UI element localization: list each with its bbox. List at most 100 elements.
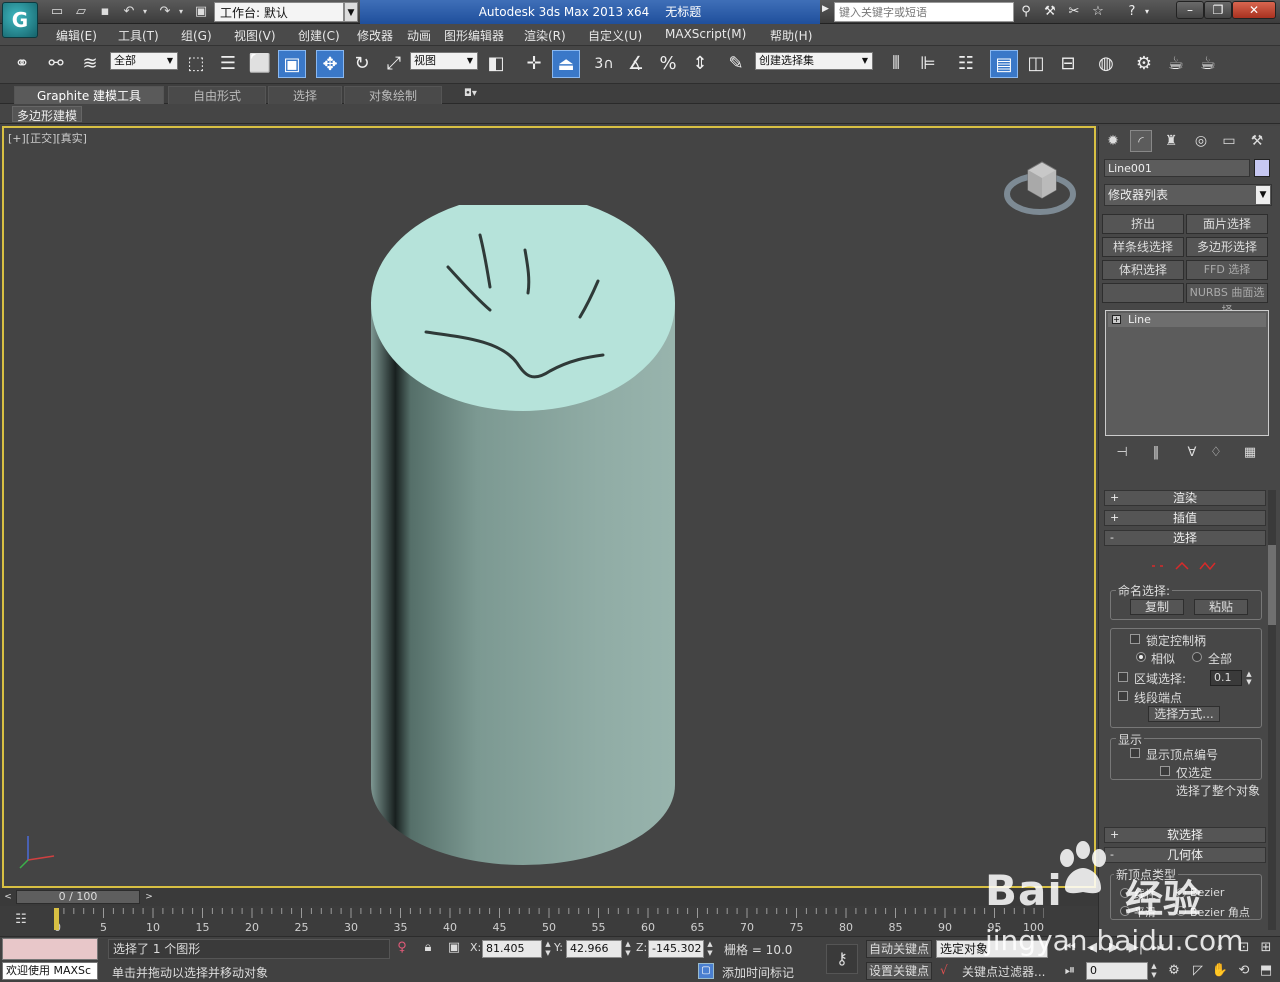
modifier-stack[interactable] (1105, 310, 1269, 436)
selection-filter-dropdown[interactable]: 全部 ▼ (110, 52, 178, 70)
copy-button[interactable]: 复制 (1130, 599, 1184, 615)
utilities-panel-tab-icon[interactable]: ⚒ (1246, 130, 1268, 152)
rectangular-selection-icon[interactable]: ⬜ (246, 50, 274, 78)
viewport-label[interactable]: [+][正交][真实] (8, 130, 87, 146)
rollout-soft-selection[interactable]: + 软选择 (1104, 827, 1266, 843)
object-color-swatch[interactable] (1254, 159, 1270, 177)
undo-dropdown-icon[interactable]: ▾ (140, 3, 150, 21)
render-production-icon[interactable]: ☕ (1194, 50, 1222, 78)
all-radio[interactable] (1192, 652, 1202, 662)
search-expand-icon[interactable]: ▶ (822, 4, 829, 14)
communication-center-icon[interactable]: ✂ (1064, 3, 1084, 21)
selection-lock-icon[interactable]: 🔒︎ (418, 939, 438, 957)
rendered-frame-window-icon[interactable]: ☕ (1162, 50, 1190, 78)
material-editor-icon[interactable]: ◍ (1092, 50, 1120, 78)
play-icon[interactable]: ▶ (1104, 939, 1124, 957)
y-coordinate-field[interactable]: 42.966 (566, 940, 622, 958)
current-frame-field[interactable]: 0 (1086, 962, 1148, 980)
area-spinner-icon[interactable]: ▲ ▼ (1244, 670, 1254, 686)
set-key-button[interactable]: 设置关键点 (866, 962, 932, 980)
close-button[interactable]: ✕ (1232, 1, 1276, 19)
reference-coordinate-dropdown[interactable]: 视图 ▼ (410, 52, 478, 70)
spline-select-modifier-button[interactable]: 样条线选择 (1102, 237, 1184, 257)
auto-key-button[interactable]: 自动关键点 (866, 940, 932, 958)
previous-frame-icon[interactable]: < (2, 890, 14, 904)
schematic-view-icon[interactable]: ⊟ (1054, 50, 1082, 78)
go-to-start-icon[interactable]: ⏮ (1060, 939, 1080, 957)
mini-curve-editor-icon[interactable]: ☷ (10, 912, 32, 930)
bezier-radio[interactable] (1176, 888, 1186, 898)
create-panel-tab-icon[interactable]: ✹ (1102, 130, 1124, 152)
named-selection-dropdown[interactable]: 创建选择集 ▼ (755, 52, 873, 70)
zoom-extents-icon[interactable]: ⊡ (1234, 939, 1254, 957)
selected-only-checkbox[interactable] (1160, 766, 1170, 776)
angle-snap-icon[interactable]: ∡ (622, 50, 650, 78)
make-unique-icon[interactable]: ∀ (1182, 444, 1202, 462)
field-of-view-icon[interactable]: ◸ (1188, 962, 1208, 980)
zoom-icon[interactable]: ⌕ (1210, 939, 1230, 957)
isolate-selection-icon[interactable]: ♀ (392, 939, 412, 957)
alike-radio[interactable] (1136, 652, 1146, 662)
favorites-star-icon[interactable]: ☆ (1088, 3, 1108, 21)
maximize-button[interactable]: ❐ (1204, 1, 1232, 19)
add-time-tag-label[interactable]: 添加时间标记 (722, 964, 794, 981)
key-mode-icon[interactable]: ⏯ (1060, 962, 1080, 980)
pivot-center-icon[interactable]: ◧ (482, 50, 510, 78)
ribbon-tab-object-paint[interactable]: 对象绘制 (344, 86, 442, 104)
rollout-interpolation[interactable]: + 插值 (1104, 510, 1266, 526)
rollout-rendering[interactable]: + 渲染 (1104, 490, 1266, 506)
menu-create[interactable]: 创建(C) (298, 27, 340, 43)
key-filters-button[interactable]: 关键点过滤器... (962, 963, 1045, 980)
menu-graph-editors[interactable]: 图形编辑器 (444, 27, 504, 43)
application-menu-button[interactable]: G (2, 2, 38, 38)
save-file-icon[interactable]: ▪ (96, 3, 114, 21)
configure-modifier-sets-icon[interactable]: ▦ (1240, 444, 1260, 462)
select-and-move-icon[interactable]: ✥ (316, 50, 344, 78)
orbit-icon[interactable]: ⟲ (1234, 962, 1254, 980)
ribbon-tab-freeform[interactable]: 自由形式 (168, 86, 266, 104)
display-panel-tab-icon[interactable]: ▭ (1218, 130, 1240, 152)
stack-item-line[interactable]: Line (1108, 313, 1266, 327)
show-end-result-icon[interactable]: ‖ (1146, 444, 1166, 462)
menu-help[interactable]: 帮助(H) (770, 27, 812, 43)
time-slider[interactable]: 0 / 100 (16, 890, 140, 904)
select-and-manipulate-icon[interactable]: ✛ (520, 50, 548, 78)
extrude-modifier-button[interactable]: 挤出 (1102, 214, 1184, 234)
menu-tools[interactable]: 工具(T) (118, 27, 159, 43)
next-key-icon[interactable]: ▶| (1126, 939, 1146, 957)
menu-animation[interactable]: 动画 (407, 27, 431, 43)
x-coordinate-field[interactable]: 81.405 (482, 940, 542, 958)
rollout-selection[interactable]: - 选择 (1104, 530, 1266, 546)
key-target-dropdown[interactable]: 选定对象 (936, 940, 1048, 958)
polygon-modeling-tab[interactable]: 多边形建模 (12, 106, 83, 123)
paste-button[interactable]: 粘贴 (1194, 599, 1248, 615)
select-object-icon[interactable]: ⬚ (182, 50, 210, 78)
smooth-radio[interactable] (1120, 906, 1130, 916)
motion-panel-tab-icon[interactable]: ◎ (1190, 130, 1212, 152)
bezier-corner-radio[interactable] (1176, 906, 1186, 916)
object-name-field[interactable]: Line001 (1104, 159, 1250, 177)
keyboard-shortcut-override-icon[interactable]: ⏏ (552, 50, 580, 78)
modify-panel-tab-icon[interactable]: ◜ (1130, 130, 1152, 152)
menu-rendering[interactable]: 渲染(R) (524, 27, 566, 43)
curve-editor-icon[interactable]: ◫ (1022, 50, 1050, 78)
show-vertex-numbers-checkbox[interactable] (1130, 748, 1140, 758)
scrollbar-thumb[interactable] (1268, 545, 1276, 625)
workspace-dropdown-icon[interactable]: ▼ (344, 2, 358, 22)
vol-select-modifier-button[interactable]: 体积选择 (1102, 260, 1184, 280)
area-selection-checkbox[interactable] (1118, 672, 1128, 682)
open-file-icon[interactable]: ▱ (72, 3, 90, 21)
hierarchy-panel-tab-icon[interactable]: ♜ (1160, 130, 1182, 152)
select-and-scale-icon[interactable]: ⤢ (380, 50, 408, 78)
y-spinner-icon[interactable]: ▲ ▼ (624, 940, 632, 958)
select-by-button[interactable]: 选择方式... (1148, 706, 1220, 722)
current-frame-marker[interactable] (54, 908, 59, 930)
help-icon[interactable]: ? (1122, 3, 1142, 21)
subscription-icon[interactable]: ⚒ (1040, 3, 1060, 21)
select-and-rotate-icon[interactable]: ↻ (348, 50, 376, 78)
graphite-ribbon-toggle-icon[interactable]: ▤ (990, 50, 1018, 78)
pan-view-icon[interactable]: ✋ (1210, 962, 1230, 980)
menu-views[interactable]: 视图(V) (234, 27, 276, 43)
next-frame-icon[interactable]: > (142, 890, 156, 904)
rollout-geometry[interactable]: - 几何体 (1104, 847, 1266, 863)
